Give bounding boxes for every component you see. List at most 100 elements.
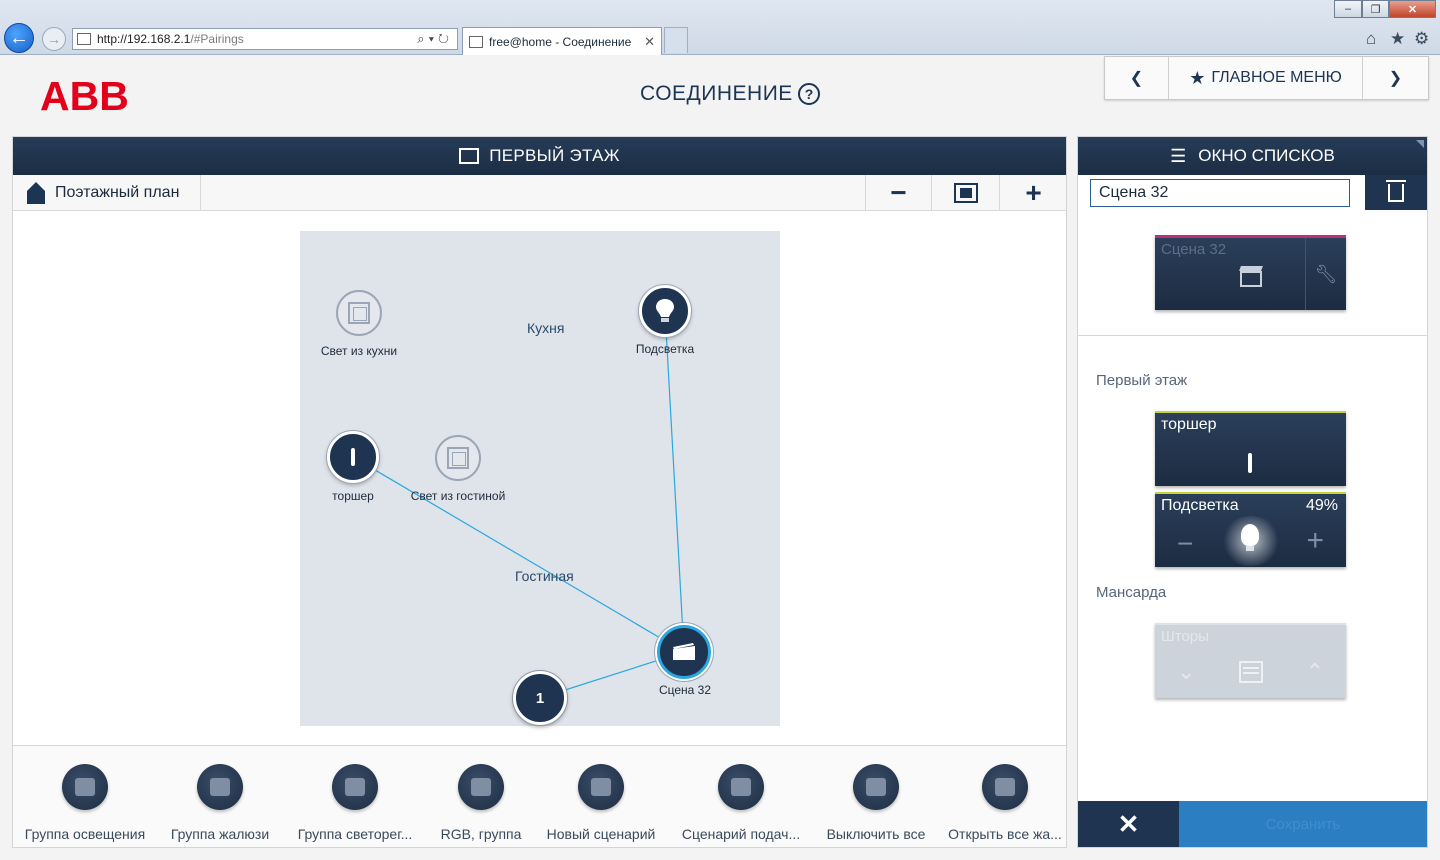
tool-supply-scene[interactable]: Сценарий подач...: [674, 764, 808, 842]
help-icon[interactable]: ?: [798, 83, 820, 105]
section-attic: Мансарда: [1096, 584, 1167, 601]
browser-back-button[interactable]: ←: [4, 23, 34, 53]
zoom-fit-button[interactable]: [931, 175, 999, 210]
section-first-floor: Первый этаж: [1096, 372, 1188, 389]
blinds-tile[interactable]: Шторы ⌄ ⌃: [1155, 623, 1346, 698]
zoom-out-button[interactable]: −: [865, 175, 931, 210]
dim-up-icon[interactable]: +: [1306, 524, 1324, 558]
scene-tile-title: Сцена 32: [1161, 241, 1227, 258]
browser-forward-button[interactable]: →: [42, 27, 66, 51]
list-panel-header: ☰ ОКНО СПИСКОВ: [1078, 137, 1427, 175]
browser-favorites-icon[interactable]: ★: [1390, 29, 1405, 49]
scene-tile[interactable]: Сцена 32 🔧︎: [1155, 235, 1346, 310]
tool-new-scene[interactable]: Новый сценарий: [534, 764, 668, 842]
tool-all-off[interactable]: Выключить все: [809, 764, 943, 842]
room-label-kitchen: Кухня: [527, 320, 565, 336]
plus-icon: +: [1025, 176, 1042, 208]
bulb-icon: [1241, 524, 1259, 551]
scene-node[interactable]: [657, 625, 711, 679]
corner-resize-icon[interactable]: [1416, 140, 1424, 148]
blinds-group-icon: [197, 764, 243, 810]
url-host: http://192.168.2.1: [97, 32, 191, 46]
list-panel: ☰ ОКНО СПИСКОВ Сцена 32 🔧︎ Первый этаж т…: [1077, 136, 1428, 848]
dimmer-value: 49%: [1305, 497, 1338, 514]
delete-button[interactable]: [1365, 175, 1427, 210]
floor-panel: ПЕРВЫЙ ЭТАЖ Поэтажный план − + Кухня Гос…: [12, 136, 1067, 848]
chevron-right-icon: ❯: [1388, 70, 1403, 87]
switch-icon: [1248, 453, 1252, 473]
scene-label: Сцена 32: [658, 683, 712, 697]
abb-logo: ABB: [40, 73, 129, 117]
switch-icon: [351, 448, 355, 466]
browser-home-icon[interactable]: ⌂: [1366, 29, 1376, 49]
abb-logo-text: ABB: [40, 73, 129, 117]
list-icon: ☰: [1170, 145, 1187, 166]
sensor-node[interactable]: 1: [513, 671, 567, 725]
tool-blinds-group[interactable]: Группа жалюзи: [153, 764, 287, 842]
chevron-up-icon[interactable]: ⌃: [1306, 659, 1324, 685]
living-light-label: Свет из гостиной: [410, 489, 506, 503]
dimmer-tile-title: Подсветка: [1161, 497, 1239, 514]
tool-dimmer-group[interactable]: Группа светорег...: [288, 764, 422, 842]
wrench-icon[interactable]: 🔧︎: [1305, 238, 1346, 310]
divider: [1078, 335, 1427, 336]
minus-icon: −: [890, 176, 907, 208]
floorplan-canvas[interactable]: Кухня Гостиная Свет из кухни Подсветка т…: [13, 211, 1066, 747]
backlight-node[interactable]: [639, 285, 691, 337]
browser-gear-icon[interactable]: ⚙: [1414, 29, 1429, 49]
address-bar[interactable]: http://192.168.2.1/#Pairings ⌕▾↻: [72, 28, 458, 50]
main-menu-label: ГЛАВНОЕ МЕНЮ: [1211, 69, 1342, 86]
new-tab-button[interactable]: [664, 27, 688, 53]
torsher-tile[interactable]: торшер: [1155, 411, 1346, 486]
main-nav: ❮ ★ ГЛАВНОЕ МЕНЮ ❯: [1104, 56, 1429, 100]
dimmer-group-icon: [332, 764, 378, 810]
save-label: Сохранить: [1265, 815, 1341, 833]
site-favicon-icon: [77, 33, 91, 45]
chevron-down-icon[interactable]: ⌄: [1177, 659, 1195, 685]
browser-chrome: ← → http://192.168.2.1/#Pairings ⌕▾↻ fre…: [0, 0, 1440, 55]
kitchen-light-node[interactable]: [336, 290, 382, 336]
scene-clapper-icon: [673, 643, 695, 660]
nav-next-button[interactable]: ❯: [1363, 57, 1428, 99]
zoom-in-button[interactable]: +: [999, 175, 1067, 210]
nav-prev-button[interactable]: ❮: [1105, 57, 1169, 99]
main-menu-button[interactable]: ★ ГЛАВНОЕ МЕНЮ: [1169, 57, 1363, 99]
living-light-node[interactable]: [435, 435, 481, 481]
floorplan-icon: [459, 148, 480, 164]
window-close-button[interactable]: ✕: [1389, 0, 1436, 18]
browser-tab[interactable]: free@home - Соединение ✕: [462, 27, 662, 55]
supply-scene-icon: [718, 764, 764, 810]
save-button[interactable]: Сохранить: [1179, 801, 1427, 847]
scene-clapper-icon: [1240, 271, 1262, 287]
cancel-button[interactable]: ✕: [1078, 801, 1179, 847]
trash-icon: [1386, 179, 1406, 202]
address-tools-icons[interactable]: ⌕▾↻: [417, 31, 453, 47]
floorplan-button[interactable]: Поэтажный план: [13, 175, 201, 210]
floor-toolbar: Поэтажный план − +: [13, 175, 1066, 211]
light-placeholder-icon: [348, 302, 370, 324]
light-placeholder-icon: [447, 447, 469, 469]
dimmer-tile[interactable]: Подсветка 49% − +: [1155, 492, 1346, 567]
house-icon: [27, 181, 45, 204]
tab-title: free@home - Соединение: [489, 34, 632, 49]
window-minimize-button[interactable]: –: [1334, 0, 1362, 18]
torsher-node[interactable]: [327, 431, 379, 483]
tool-light-group[interactable]: Группа освещения: [18, 764, 152, 842]
tool-open-all-blinds[interactable]: Открыть все жа...: [943, 764, 1067, 842]
url-path: /#Pairings: [190, 32, 244, 46]
light-group-icon: [62, 764, 108, 810]
tab-close-icon[interactable]: ✕: [644, 34, 655, 50]
backlight-label: Подсветка: [635, 342, 695, 356]
torsher-tile-title: торшер: [1161, 416, 1217, 433]
floor-panel-header: ПЕРВЫЙ ЭТАЖ: [13, 137, 1066, 175]
device-group-toolbar: Группа освещения Группа жалюзи Группа св…: [13, 745, 1066, 847]
torsher-label: торшер: [332, 489, 374, 503]
list-panel-title: ОКНО СПИСКОВ: [1198, 146, 1335, 165]
star-icon: ★: [1189, 67, 1206, 88]
window-maximize-button[interactable]: ❐: [1362, 0, 1389, 18]
tool-rgb-group[interactable]: RGB, группа: [414, 764, 548, 842]
dim-down-icon[interactable]: −: [1177, 528, 1193, 560]
tab-favicon-icon: [469, 35, 483, 48]
scene-name-input[interactable]: [1090, 179, 1350, 207]
scene-name-row: [1078, 175, 1427, 213]
